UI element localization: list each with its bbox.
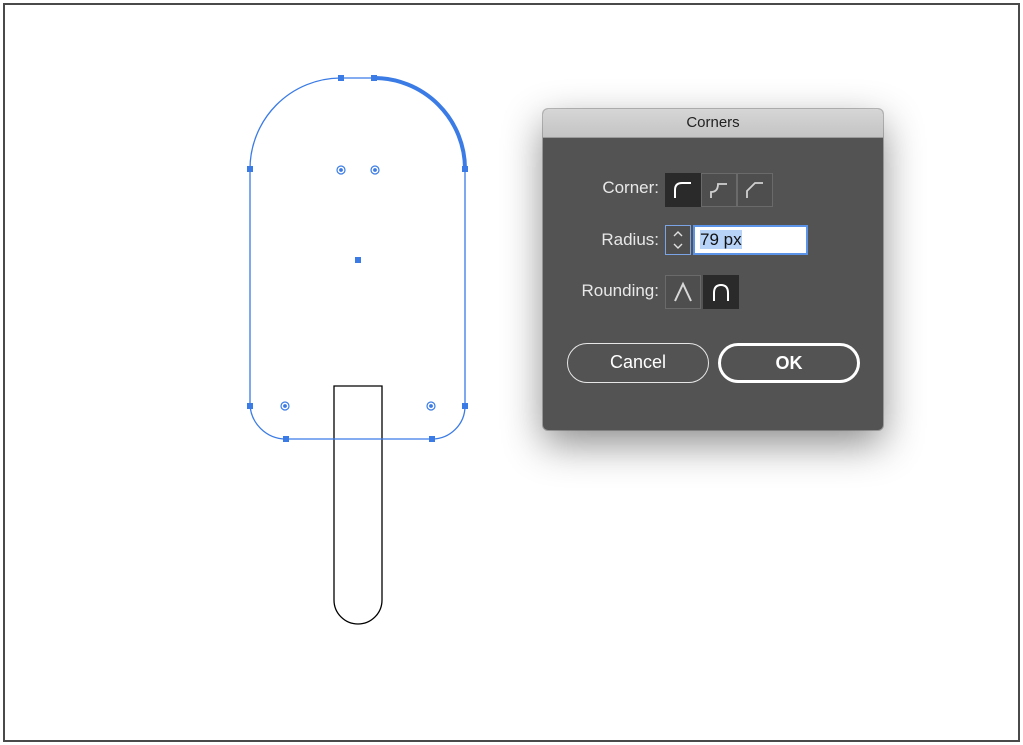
anchor-point bbox=[247, 166, 253, 172]
selected-corner-path bbox=[373, 76, 467, 170]
corner-label: Corner: bbox=[602, 178, 659, 197]
dialog-title: Corners bbox=[543, 109, 883, 138]
ok-button[interactable]: OK bbox=[718, 343, 860, 383]
rounding-absolute-button[interactable] bbox=[665, 275, 701, 309]
corner-type-round-button[interactable] bbox=[665, 173, 701, 207]
cancel-button[interactable]: Cancel bbox=[567, 343, 709, 383]
anchor-point bbox=[429, 436, 435, 442]
corner-widgets[interactable] bbox=[280, 165, 436, 411]
center-point bbox=[355, 257, 361, 263]
rounding-relative-button[interactable] bbox=[703, 275, 739, 309]
inverted-round-corner-icon bbox=[710, 183, 727, 198]
radius-stepper[interactable] bbox=[665, 225, 691, 255]
corner-widget bbox=[336, 165, 346, 175]
anchor-point bbox=[462, 166, 468, 172]
corner-type-chamfer-button[interactable] bbox=[737, 173, 773, 207]
radius-input[interactable]: 79 px bbox=[693, 225, 808, 255]
corner-widget bbox=[370, 165, 380, 175]
anchor-point bbox=[462, 403, 468, 409]
stepper-arrows-icon bbox=[673, 231, 683, 249]
corner-type-inverted-round-button[interactable] bbox=[701, 173, 737, 207]
radius-label: Radius: bbox=[601, 230, 659, 249]
corner-widget bbox=[426, 401, 436, 411]
popsicle-stick[interactable] bbox=[333, 385, 383, 625]
chamfer-corner-icon bbox=[746, 182, 763, 198]
corners-dialog: Corners Corner: Radius: 79 px Rounding: bbox=[543, 109, 883, 430]
anchor-point bbox=[338, 75, 344, 81]
anchor-point bbox=[371, 75, 377, 81]
round-corner-icon bbox=[674, 182, 691, 198]
corner-widget bbox=[280, 401, 290, 411]
anchor-point bbox=[247, 403, 253, 409]
relative-rounding-icon bbox=[713, 283, 729, 301]
anchor-point bbox=[283, 436, 289, 442]
rounding-label: Rounding: bbox=[581, 281, 659, 300]
radius-value: 79 px bbox=[700, 230, 742, 249]
absolute-rounding-icon bbox=[674, 281, 692, 302]
